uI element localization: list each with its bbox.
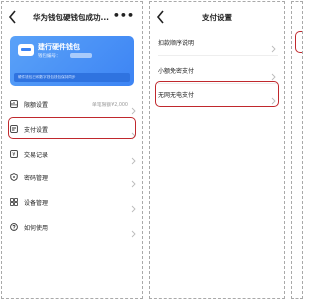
page-title: 支付设置 [202, 13, 232, 22]
menu-item-small-pay[interactable]: 小额免密支付 [158, 59, 276, 81]
chevron-right-icon [131, 173, 136, 188]
menu-item-devices[interactable]: 设备管理 [10, 192, 136, 213]
payment-settings-screen: 支付设置 扣款顺序说明 小额免密支付 无网无电支付 [149, 1, 285, 299]
menu-item-label: 扣款顺序说明 [158, 39, 195, 47]
card-sync-note: 硬件钱包已和数字钱包钱包保持同步 [14, 73, 130, 82]
wallet-detail-screen: 华为钱包硬钱包成功... ••• 建行硬件钱包 钱包编号： 硬件钱包已和数字钱包… [1, 1, 143, 299]
next-screen-partial [291, 1, 303, 299]
payment-settings-highlight [8, 117, 136, 139]
nav-bar: 支付设置 [150, 6, 284, 32]
record-icon: ¥ [10, 150, 18, 158]
menu-item-label: 设备管理 [24, 199, 49, 207]
chevron-right-icon [271, 38, 276, 53]
menu-item-deduction-order[interactable]: 扣款顺序说明 [158, 31, 276, 53]
limit-icon [10, 100, 18, 108]
partial-highlight [295, 31, 302, 53]
menu-item-password[interactable]: 密码管理 [10, 167, 136, 188]
page-title: 华为钱包硬钱包成功... [32, 13, 110, 22]
card-chip-icon [18, 44, 34, 56]
chevron-right-icon [131, 150, 136, 165]
card-name: 建行硬件钱包 [38, 43, 80, 51]
chevron-right-icon [131, 100, 136, 115]
wallet-card[interactable]: 建行硬件钱包 钱包编号： 硬件钱包已和数字钱包钱包保持同步 [10, 36, 134, 86]
password-icon [10, 173, 18, 181]
masked-card-number [70, 53, 92, 58]
card-number-label: 钱包编号： [38, 54, 61, 59]
offline-pay-highlight [155, 81, 279, 107]
back-arrow-icon[interactable] [8, 9, 22, 27]
menu-item-limit[interactable]: 限额设置 单笔限额¥2,000 [10, 94, 136, 115]
chevron-right-icon [271, 66, 276, 81]
menu-item-help[interactable]: 如何使用 [10, 217, 136, 238]
menu-item-label: 小额免密支付 [158, 67, 195, 75]
chevron-right-icon [131, 223, 136, 238]
svg-text:¥: ¥ [12, 152, 15, 158]
limit-value: 单笔限额¥2,000 [92, 102, 128, 108]
menu-item-label: 如何使用 [24, 224, 49, 232]
nav-bar: 华为钱包硬钱包成功... ••• [2, 6, 142, 32]
menu-item-label: 密码管理 [24, 174, 49, 182]
chevron-right-icon [131, 198, 136, 213]
help-icon [10, 223, 18, 231]
menu-item-label: 交易记录 [24, 151, 49, 159]
menu-item-label: 限额设置 [24, 101, 49, 109]
menu-item-transactions[interactable]: ¥ 交易记录 [10, 144, 136, 165]
more-options-icon[interactable]: ••• [113, 10, 134, 21]
device-icon [10, 198, 18, 206]
divider [158, 55, 278, 56]
